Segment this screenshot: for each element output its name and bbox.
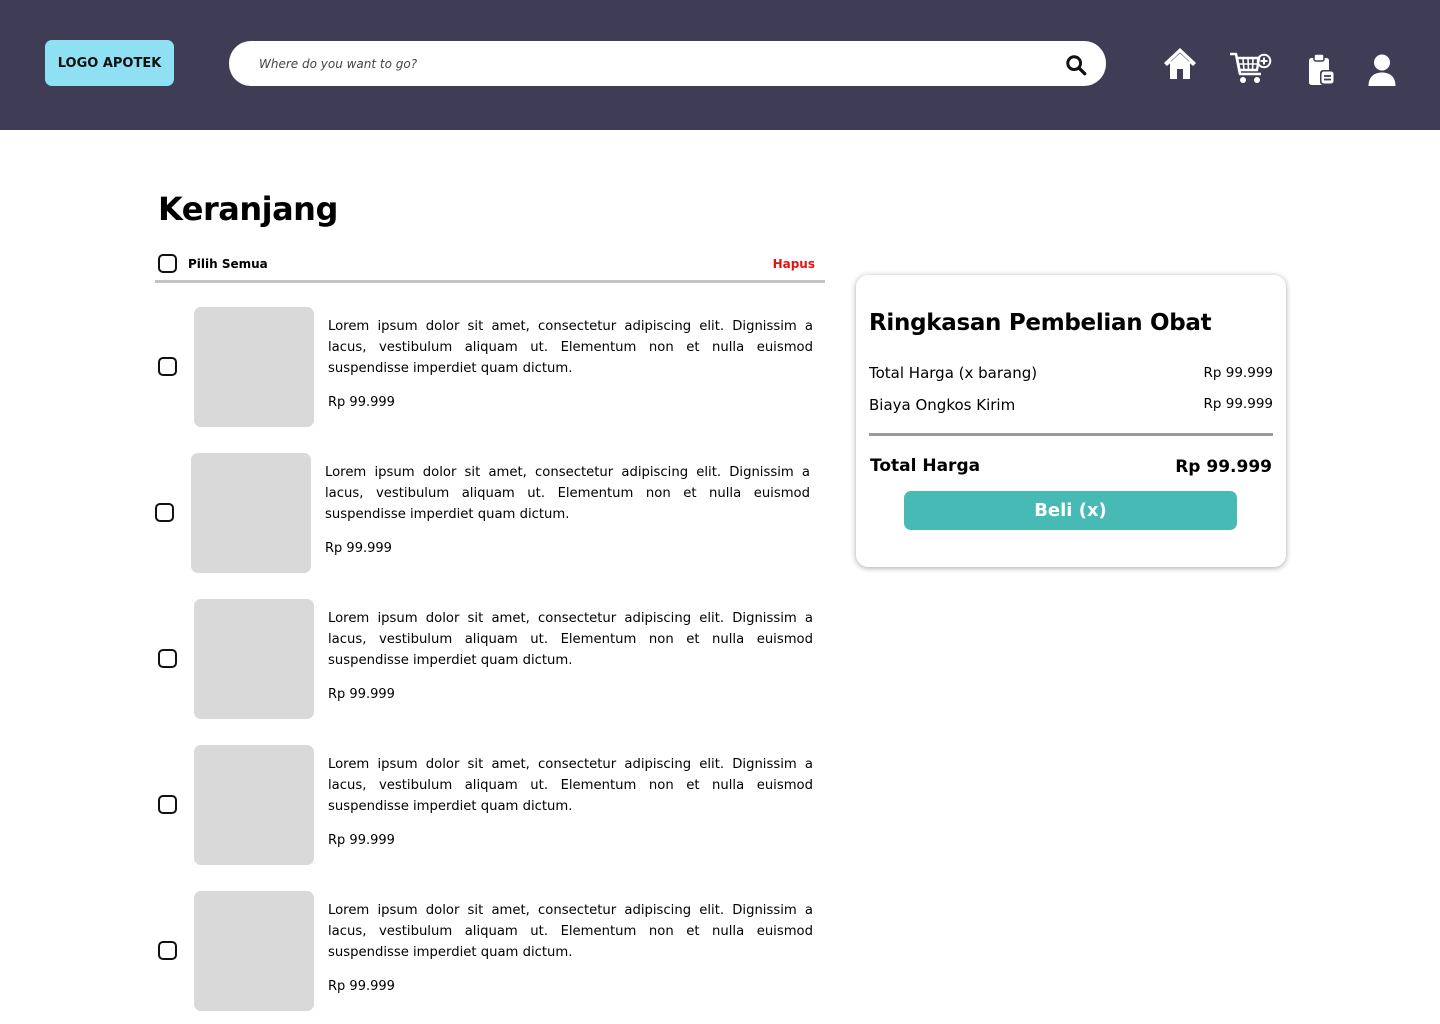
grand-total-value: Rp 99.999 — [1175, 457, 1272, 477]
product-image-placeholder — [194, 307, 314, 427]
buy-button[interactable]: Beli (x) — [904, 491, 1237, 530]
shipping-cost-label: Biaya Ongkos Kirim — [869, 396, 1016, 414]
product-image-placeholder — [194, 599, 314, 719]
cart-item: Lorem ipsum dolor sit amet, consectetur … — [155, 306, 825, 428]
purchase-summary-card: Ringkasan Pembelian Obat Total Harga (x … — [856, 275, 1286, 567]
item-description: Lorem ipsum dolor sit amet, consectetur … — [325, 465, 810, 522]
item-checkbox[interactable] — [158, 649, 177, 668]
item-description: Lorem ipsum dolor sit amet, consectetur … — [328, 757, 813, 814]
product-image-placeholder — [194, 891, 314, 1011]
home-icon[interactable] — [1162, 45, 1198, 85]
cart-item: Lorem ipsum dolor sit amet, consectetur … — [155, 890, 825, 1012]
product-image-placeholder — [191, 453, 311, 573]
item-description: Lorem ipsum dolor sit amet, consectetur … — [328, 903, 813, 960]
item-description: Lorem ipsum dolor sit amet, consectetur … — [328, 319, 813, 376]
select-all-checkbox[interactable] — [158, 254, 177, 273]
clipboard-icon[interactable] — [1306, 52, 1338, 88]
search-icon[interactable] — [1065, 54, 1087, 76]
user-icon[interactable] — [1367, 53, 1397, 87]
total-items-value: Rp 99.999 — [1203, 365, 1273, 381]
item-price: Rp 99.999 — [325, 541, 392, 556]
summary-title: Ringkasan Pembelian Obat — [869, 310, 1212, 336]
list-divider — [155, 280, 825, 283]
item-description: Lorem ipsum dolor sit amet, consectetur … — [328, 611, 813, 668]
cart-item: Lorem ipsum dolor sit amet, consectetur … — [155, 744, 825, 866]
logo[interactable]: LOGO APOTEK — [45, 40, 174, 86]
page-title: Keranjang — [158, 190, 338, 228]
item-price: Rp 99.999 — [328, 833, 395, 848]
item-checkbox[interactable] — [155, 503, 174, 522]
select-all-label[interactable]: Pilih Semua — [188, 257, 268, 271]
delete-button[interactable]: Hapus — [773, 257, 815, 271]
summary-divider — [869, 433, 1273, 436]
product-image-placeholder — [194, 745, 314, 865]
item-checkbox[interactable] — [158, 795, 177, 814]
item-price: Rp 99.999 — [328, 979, 395, 994]
select-all-row: Pilih Semua Hapus — [155, 250, 825, 282]
cart-item: Lorem ipsum dolor sit amet, consectetur … — [152, 452, 822, 574]
item-checkbox[interactable] — [158, 357, 177, 376]
item-price: Rp 99.999 — [328, 687, 395, 702]
search-input[interactable] — [259, 41, 1039, 86]
grand-total-label: Total Harga — [870, 456, 981, 476]
item-checkbox[interactable] — [158, 941, 177, 960]
cart-item: Lorem ipsum dolor sit amet, consectetur … — [155, 598, 825, 720]
search-bar — [229, 41, 1106, 86]
cart-add-icon[interactable] — [1229, 50, 1273, 86]
total-items-label: Total Harga (x barang) — [869, 364, 1038, 382]
item-price: Rp 99.999 — [328, 395, 395, 410]
top-navbar: LOGO APOTEK — [0, 0, 1440, 130]
shipping-cost-value: Rp 99.999 — [1203, 396, 1273, 412]
